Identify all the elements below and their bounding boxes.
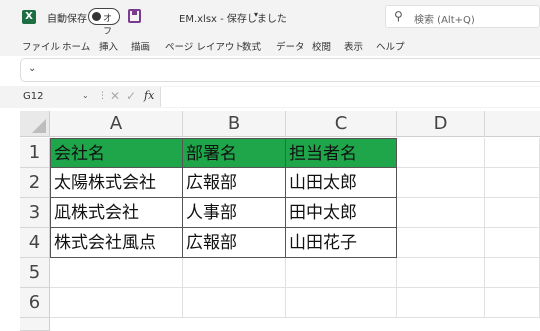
cell-b4[interactable]: 広報部 (183, 228, 286, 258)
cell-e3[interactable] (485, 198, 540, 228)
row-header-6[interactable]: 6 (20, 288, 50, 318)
save-icon[interactable] (128, 9, 141, 23)
search-placeholder: 検索 (Alt+Q) (414, 15, 475, 26)
cell-a2[interactable]: 太陽株式会社 (50, 168, 183, 198)
cell-d1[interactable] (397, 138, 485, 168)
cell-e6[interactable] (485, 288, 540, 318)
title-bar: X 自動保存 オフ EM.xlsx - 保存しました ▾ ⚲ 検索 (Alt+Q… (0, 0, 540, 37)
menu-home[interactable]: ホーム (62, 39, 90, 53)
row-header-2[interactable]: 2 (20, 168, 50, 198)
cell-c6[interactable] (286, 288, 397, 318)
insert-function-icon[interactable]: fx (144, 89, 154, 102)
cell-d5[interactable] (397, 258, 485, 288)
cell-d2[interactable] (397, 168, 485, 198)
cell-c5[interactable] (286, 258, 397, 288)
title-dropdown-icon[interactable]: ▾ (254, 10, 258, 19)
cell-a6[interactable] (50, 288, 183, 318)
cell-b1[interactable]: 部署名 (183, 138, 286, 168)
row-header-7[interactable] (20, 318, 50, 331)
name-box[interactable]: G12 ⌄ (20, 88, 94, 106)
ribbon: ⌄ (20, 58, 540, 82)
cell-b2[interactable]: 広報部 (183, 168, 286, 198)
formula-input[interactable] (160, 87, 540, 107)
cell-d6[interactable] (397, 288, 485, 318)
cell-c1[interactable]: 担当者名 (286, 138, 397, 168)
autosave-toggle[interactable]: オフ (88, 8, 120, 37)
enter-icon[interactable]: ✓ (126, 89, 136, 103)
select-all-button[interactable] (20, 111, 50, 137)
cell-d3[interactable] (397, 198, 485, 228)
excel-logo-icon: X (22, 10, 36, 24)
menu-formulas[interactable]: 数式 (242, 39, 261, 53)
menu-bar: ファイル ホーム 挿入 描画 ページ レイアウト 数式 データ 校閲 表示 ヘル… (0, 34, 540, 56)
ribbon-expand-icon[interactable]: ⌄ (28, 63, 36, 74)
cell-e2[interactable] (485, 168, 540, 198)
cell-e1[interactable] (485, 138, 540, 168)
name-box-value: G12 (23, 91, 44, 102)
document-title[interactable]: EM.xlsx - 保存しました (179, 10, 287, 25)
cancel-icon[interactable]: ✕ (110, 89, 120, 103)
column-header-c[interactable]: C (286, 111, 397, 137)
column-header-e[interactable] (485, 111, 540, 137)
cell-b5[interactable] (183, 258, 286, 288)
row-header-3[interactable]: 3 (20, 198, 50, 228)
select-all-icon (32, 119, 46, 133)
column-header-a[interactable]: A (50, 111, 183, 137)
column-header-b[interactable]: B (183, 111, 286, 137)
search-input[interactable]: ⚲ 検索 (Alt+Q) (385, 5, 540, 28)
menu-draw[interactable]: 描画 (131, 39, 150, 53)
row-header-5[interactable]: 5 (20, 258, 50, 288)
autosave-label: 自動保存 (47, 14, 87, 25)
menu-view[interactable]: 表示 (344, 39, 363, 53)
cell-e4[interactable] (485, 228, 540, 258)
cell-a3[interactable]: 凪株式会社 (50, 198, 183, 228)
menu-insert[interactable]: 挿入 (99, 39, 118, 53)
menu-help[interactable]: ヘルプ (376, 39, 405, 53)
menu-data[interactable]: データ (276, 39, 305, 53)
chevron-down-icon[interactable]: ⌄ (82, 91, 89, 100)
cell-c4[interactable]: 山田花子 (286, 228, 397, 258)
cell-e5[interactable] (485, 258, 540, 288)
cell-c3[interactable]: 田中太郎 (286, 198, 397, 228)
menu-review[interactable]: 校閲 (312, 39, 331, 53)
cell-d4[interactable] (397, 228, 485, 258)
row-header-4[interactable]: 4 (20, 228, 50, 258)
formula-bar: G12 ⌄ ⋮ ✕ ✓ fx (0, 86, 540, 108)
row-header-1[interactable]: 1 (20, 138, 50, 168)
cell-b3[interactable]: 人事部 (183, 198, 286, 228)
cell-b6[interactable] (183, 288, 286, 318)
cell-a1[interactable]: 会社名 (50, 138, 183, 168)
menu-file[interactable]: ファイル (22, 39, 60, 53)
spreadsheet-grid: A B C D 1 2 3 4 5 6 会社名 部署名 担当者名 太陽株式会社 … (0, 108, 540, 331)
cell-a5[interactable] (50, 258, 183, 288)
cell-c2[interactable]: 山田太郎 (286, 168, 397, 198)
search-icon: ⚲ (394, 9, 403, 23)
toggle-knob-icon (92, 12, 101, 21)
menu-page-layout[interactable]: ページ レイアウト (165, 39, 244, 53)
cell-a4[interactable]: 株式会社風点 (50, 228, 183, 258)
column-header-d[interactable]: D (397, 111, 485, 137)
drag-handle-icon[interactable]: ⋮ (98, 91, 107, 101)
